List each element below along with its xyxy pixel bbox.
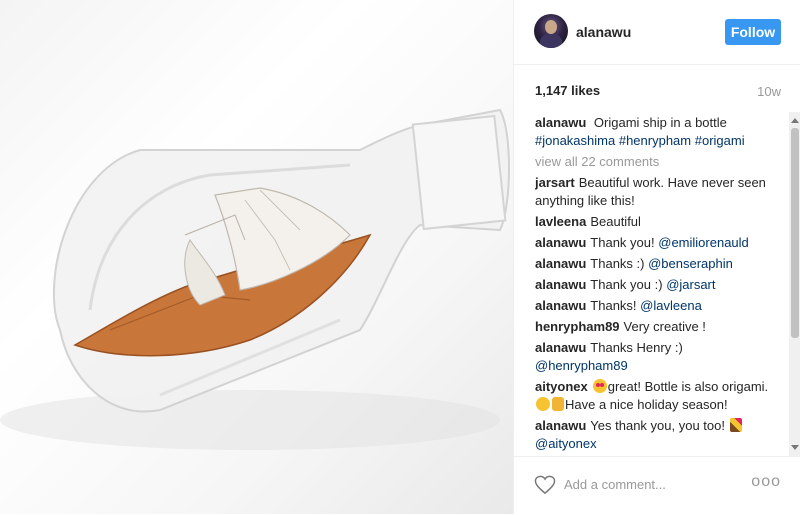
comment-text: Thanks!	[590, 298, 637, 313]
add-comment-input[interactable]	[564, 473, 744, 495]
mention-link[interactable]: @lavleena	[640, 298, 702, 313]
mention-link[interactable]: @benseraphin	[648, 256, 733, 271]
comment-item: aityonex great! Bottle is also origami. H…	[535, 378, 781, 414]
hashtag-link[interactable]: #origami	[695, 133, 745, 148]
mention-link[interactable]: @jarsart	[666, 277, 715, 292]
post-sidebar: alanawu Follow 1,147 likes 10w alanawu O…	[513, 0, 800, 514]
smile-emoji-icon	[536, 397, 550, 411]
avatar-body	[540, 34, 562, 48]
comment-username[interactable]: alanawu	[535, 235, 586, 250]
scroll-thumb[interactable]	[791, 128, 799, 338]
comment-item: alanawu Thank you :) @jarsart	[535, 276, 781, 294]
scroll-up-arrow-icon[interactable]	[791, 118, 799, 123]
mention-link[interactable]: @emiliorenauld	[658, 235, 749, 250]
post-timestamp[interactable]: 10w	[757, 84, 781, 99]
comments-scrollbar[interactable]	[789, 112, 800, 456]
post-header: alanawu Follow	[514, 0, 800, 65]
comment-text: Yes thank you, you too!	[590, 418, 725, 433]
comment-item: alanawu Thanks Henry :) @henrypham89	[535, 339, 781, 375]
mention-link[interactable]: @aityonex	[535, 436, 597, 451]
comment-item: alanawu Thanks! @lavleena	[535, 297, 781, 315]
hashtag-link[interactable]: #jonakashima	[535, 133, 615, 148]
comment-username[interactable]: aityonex	[535, 379, 588, 394]
comment-username[interactable]: lavleena	[535, 214, 586, 229]
scroll-down-arrow-icon[interactable]	[791, 445, 799, 450]
caption-text: Origami ship in a bottle	[593, 115, 727, 130]
username-link[interactable]: alanawu	[576, 24, 631, 40]
more-options-button[interactable]: ooo	[751, 473, 781, 491]
comment-text: Beautiful	[590, 214, 641, 229]
post-photo[interactable]	[0, 0, 513, 514]
comment-username[interactable]: alanawu	[535, 298, 586, 313]
comment-item: jarsart Beautiful work. Have never seen a…	[535, 174, 781, 210]
comment-item: henrypham89 Very creative !	[535, 318, 781, 336]
likes-count[interactable]: 1,147 likes	[535, 83, 600, 98]
comment-item: alanawu Thank you! @emiliorenauld	[535, 234, 781, 252]
comment-text: great! Bottle is also origami.	[607, 379, 769, 394]
avatar-face	[545, 20, 557, 34]
comment-item: alanawu Yes thank you, you too! @aityonex	[535, 417, 781, 453]
comment-footer: ooo	[514, 456, 800, 515]
origami-ship-in-bottle-image	[0, 108, 510, 450]
party-popper-emoji-icon	[729, 418, 742, 432]
comment-item: lavleena Beautiful	[535, 213, 781, 231]
caption-username[interactable]: alanawu	[535, 115, 586, 130]
comment-item: alanawu Thanks :) @benseraphin	[535, 255, 781, 273]
comment-username[interactable]: henrypham89	[535, 319, 620, 334]
thumbs-up-emoji-icon	[552, 397, 564, 411]
comment-text: Thanks :)	[590, 256, 645, 271]
follow-button[interactable]: Follow	[725, 19, 781, 45]
comment-text: Thank you!	[590, 235, 655, 250]
instagram-post: alanawu Follow 1,147 likes 10w alanawu O…	[0, 0, 800, 514]
comment-text: Very creative !	[623, 319, 706, 334]
hashtag-link[interactable]: #henrypham	[619, 133, 691, 148]
comment-username[interactable]: alanawu	[535, 418, 586, 433]
comment-username[interactable]: alanawu	[535, 340, 586, 355]
comment-username[interactable]: jarsart	[535, 175, 575, 190]
heart-outline-icon[interactable]	[534, 475, 556, 495]
mention-link[interactable]: @henrypham89	[535, 358, 628, 373]
avatar[interactable]	[534, 14, 568, 48]
comment-text: Thanks Henry :)	[590, 340, 683, 355]
comment-text: Thank you :)	[590, 277, 663, 292]
view-all-comments-link[interactable]: view all 22 comments	[535, 153, 781, 171]
comments-list: alanawu Origami ship in a bottle #jonaka…	[535, 114, 781, 454]
comment-username[interactable]: alanawu	[535, 256, 586, 271]
comment-text: Have a nice holiday season!	[565, 397, 728, 412]
heart-eyes-emoji-icon	[592, 379, 607, 393]
comment-username[interactable]: alanawu	[535, 277, 586, 292]
caption: alanawu Origami ship in a bottle #jonaka…	[535, 114, 781, 150]
likes-row: 1,147 likes 10w	[514, 64, 800, 112]
